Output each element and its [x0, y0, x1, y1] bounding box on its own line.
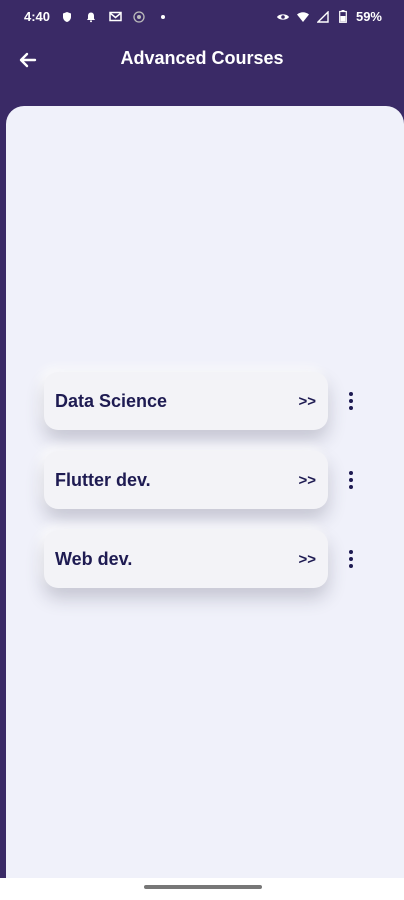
status-time: 4:40	[24, 9, 51, 24]
more-options-button[interactable]	[341, 385, 361, 417]
eye-icon	[276, 10, 290, 24]
app-bar: Advanced Courses	[0, 34, 404, 84]
bell-icon	[84, 10, 98, 24]
more-vert-icon	[349, 471, 353, 475]
course-card-data-science[interactable]: Data Science >>	[44, 372, 328, 430]
content-panel: Data Science >> Flutter dev. >> Web dev.…	[6, 106, 404, 878]
course-row: Web dev. >>	[6, 530, 404, 588]
battery-icon	[336, 10, 350, 24]
course-row: Data Science >>	[6, 372, 404, 430]
gmail-icon	[108, 10, 122, 24]
status-left: 4:40	[24, 9, 170, 24]
course-row: Flutter dev. >>	[6, 451, 404, 509]
chrome-icon	[132, 10, 146, 24]
course-list: Data Science >> Flutter dev. >> Web dev.…	[6, 372, 404, 609]
chevron-double-right-icon: >>	[298, 471, 316, 489]
status-right: 59%	[276, 9, 382, 24]
signal-icon	[316, 10, 330, 24]
course-label: Data Science	[55, 390, 168, 411]
wifi-icon	[296, 10, 310, 24]
page-title: Advanced Courses	[120, 48, 284, 68]
more-options-button[interactable]	[341, 543, 361, 575]
course-label: Flutter dev.	[55, 469, 151, 490]
dot-icon	[156, 10, 170, 24]
course-label: Web dev.	[55, 548, 133, 569]
battery-percent: 59%	[355, 9, 382, 24]
chevron-double-right-icon: >>	[298, 550, 316, 568]
course-card-web-dev[interactable]: Web dev. >>	[44, 530, 328, 588]
more-vert-icon	[349, 392, 353, 396]
more-options-button[interactable]	[341, 464, 361, 496]
status-bar: 4:40 59%	[0, 0, 404, 34]
shield-icon	[60, 10, 74, 24]
more-vert-icon	[349, 550, 353, 554]
chevron-double-right-icon: >>	[298, 392, 316, 410]
home-indicator[interactable]	[144, 885, 262, 889]
course-card-flutter-dev[interactable]: Flutter dev. >>	[44, 451, 328, 509]
navigation-bar	[0, 878, 404, 900]
